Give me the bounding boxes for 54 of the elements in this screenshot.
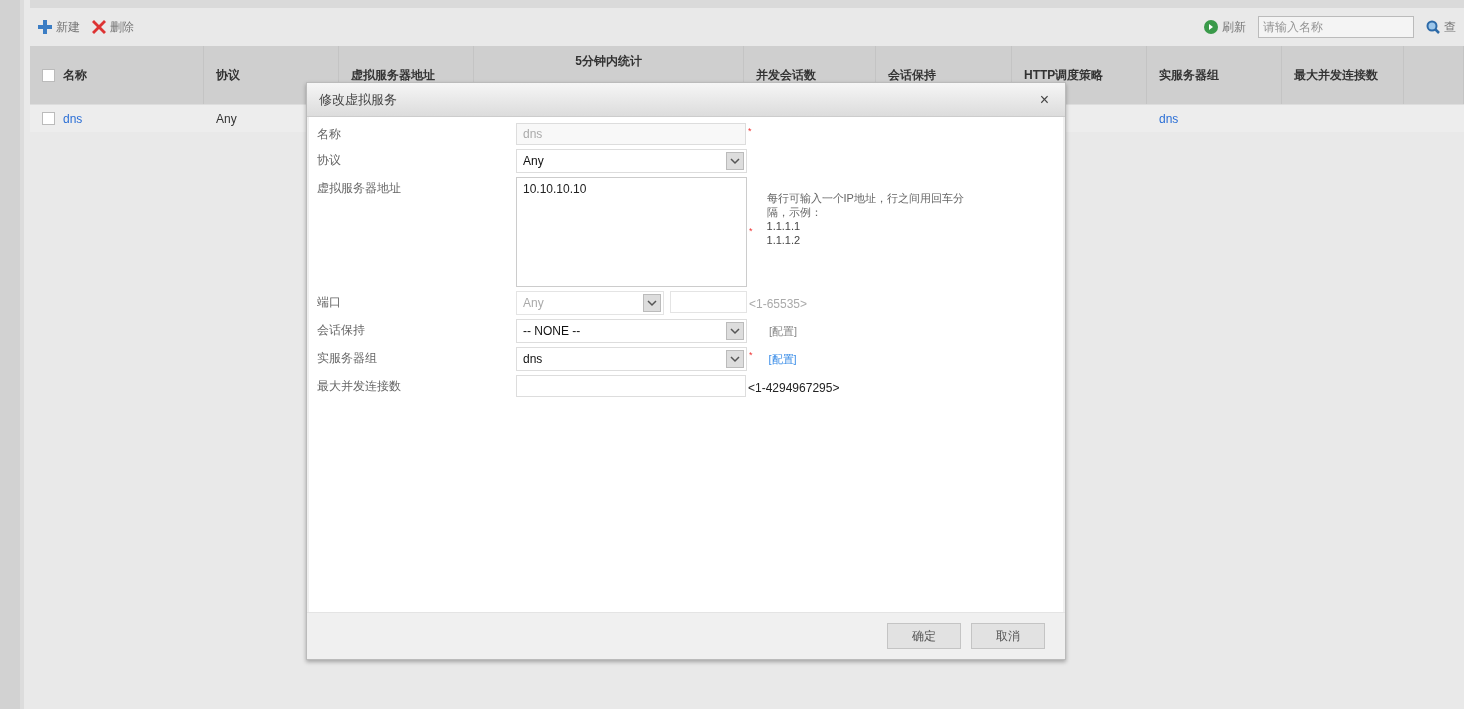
column-header: 协议 bbox=[216, 67, 240, 84]
column-header: 名称 bbox=[63, 67, 87, 84]
field-label: 实服务器组 bbox=[316, 350, 378, 367]
refresh-icon bbox=[1204, 20, 1218, 34]
select-field[interactable]: -- NONE -- bbox=[516, 319, 747, 343]
select-field[interactable]: Any bbox=[516, 149, 747, 173]
hint-text: 1.1.1.1 bbox=[766, 219, 802, 233]
refresh-button[interactable]: 刷新 bbox=[1204, 18, 1246, 36]
checkbox[interactable] bbox=[42, 112, 55, 125]
config-link[interactable]: [配置] bbox=[768, 347, 797, 368]
range-hint: <1-4294967295> bbox=[747, 380, 840, 397]
field-label: 会话保持 bbox=[316, 322, 366, 339]
hint-text: 每行可输入一个IP地址，行之间用回车分隔，示例： bbox=[766, 191, 965, 219]
column-header: 并发会话数 bbox=[756, 67, 816, 84]
dialog-title: 修改虚拟服务 bbox=[319, 90, 397, 109]
required-mark: * bbox=[748, 349, 753, 362]
field-label: 虚拟服务器地址 bbox=[316, 180, 402, 197]
dialog-button[interactable]: 取消 bbox=[971, 623, 1045, 649]
dropdown-icon bbox=[726, 152, 744, 170]
cross-icon bbox=[92, 20, 106, 34]
field-label: 最大并发连接数 bbox=[316, 378, 402, 395]
column-header: HTTP调度策略 bbox=[1024, 67, 1104, 84]
toolbar-button[interactable]: 删除 bbox=[92, 18, 134, 36]
hint-text: 1.1.1.2 bbox=[766, 233, 802, 247]
column-header: 实服务器组 bbox=[1159, 67, 1219, 84]
dropdown-icon bbox=[726, 350, 744, 368]
dropdown-icon bbox=[643, 294, 661, 312]
field-label: 协议 bbox=[316, 152, 342, 169]
dropdown-icon bbox=[726, 322, 744, 340]
select-field[interactable]: dns bbox=[516, 347, 747, 371]
required-mark: * bbox=[747, 125, 752, 138]
column-header: 会话保持 bbox=[888, 67, 936, 84]
address-field[interactable]: 10.10.10.10 bbox=[516, 177, 747, 287]
config-link[interactable]: [配置] bbox=[769, 319, 798, 340]
range-hint: <1-65535> bbox=[748, 296, 808, 313]
close-button[interactable]: × bbox=[1035, 87, 1053, 112]
port-field[interactable] bbox=[670, 291, 747, 313]
table-cell-text: Any bbox=[216, 110, 237, 128]
table-link[interactable]: dns bbox=[1159, 109, 1179, 128]
checkbox[interactable] bbox=[42, 68, 55, 82]
column-header: 最大并发连接数 bbox=[1294, 67, 1378, 84]
query-button[interactable]: 查 bbox=[1426, 18, 1456, 36]
field-label: 名称 bbox=[316, 126, 342, 143]
field-label: 端口 bbox=[316, 294, 342, 311]
search-field[interactable]: 请输入名称 bbox=[1258, 16, 1414, 38]
table-link[interactable]: dns bbox=[63, 109, 83, 128]
dialog-button[interactable]: 确定 bbox=[887, 623, 961, 649]
column-header: 虚拟服务器地址 bbox=[351, 67, 435, 84]
required-mark: * bbox=[748, 225, 753, 239]
toolbar-button[interactable]: 新建 bbox=[38, 18, 80, 36]
search-icon bbox=[1426, 20, 1440, 34]
plus-icon bbox=[38, 20, 52, 34]
text-field[interactable] bbox=[516, 375, 746, 397]
column-header: 5分钟内统计 bbox=[575, 53, 642, 70]
